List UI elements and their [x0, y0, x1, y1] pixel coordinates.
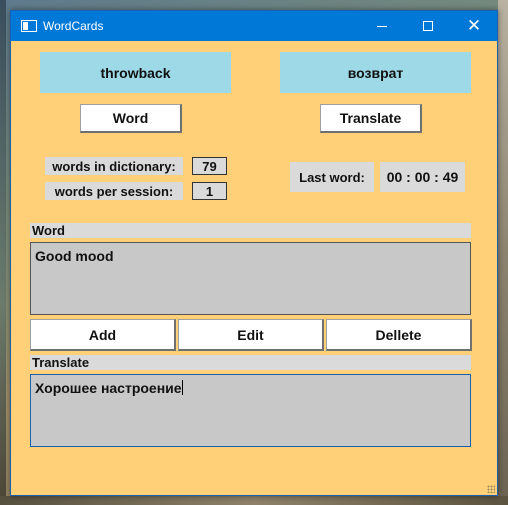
- word-text: Good mood: [35, 248, 114, 264]
- app-icon: [21, 20, 37, 32]
- throwback-button[interactable]: throwback: [40, 52, 231, 93]
- minimize-icon: [377, 25, 387, 27]
- words-in-dictionary-count: 79: [192, 157, 227, 175]
- close-button[interactable]: ✕: [451, 11, 497, 41]
- word-section-label: Word: [30, 223, 471, 238]
- words-per-session-label: words per session:: [45, 182, 183, 200]
- translate-mode-button[interactable]: Translate: [320, 104, 422, 133]
- delete-button[interactable]: Dellete: [326, 319, 472, 351]
- words-per-session-count: 1: [192, 182, 227, 200]
- translate-text: Хорошее настроение: [35, 380, 182, 396]
- word-textarea[interactable]: Good mood: [30, 242, 471, 315]
- edit-button[interactable]: Edit: [178, 319, 324, 351]
- vozvrat-button[interactable]: возврат: [280, 52, 471, 93]
- translate-section-label: Translate: [30, 355, 471, 370]
- last-word-timer: 00 : 00 : 49: [380, 162, 465, 192]
- title-bar[interactable]: WordCards ✕: [11, 11, 497, 41]
- minimize-button[interactable]: [359, 11, 405, 41]
- text-caret: [181, 380, 183, 395]
- maximize-icon: [423, 21, 433, 31]
- last-word-label: Last word:: [290, 162, 374, 192]
- window-title: WordCards: [43, 19, 104, 33]
- add-button[interactable]: Add: [30, 319, 176, 351]
- maximize-button[interactable]: [405, 11, 451, 41]
- resize-grip[interactable]: [487, 485, 495, 493]
- app-window: WordCards ✕ throwback возврат Word Trans…: [10, 10, 498, 496]
- desktop-background-left: [0, 0, 6, 505]
- desktop-background-bottom: [0, 496, 508, 505]
- desktop-background-right: [498, 0, 508, 505]
- close-icon: ✕: [466, 15, 482, 36]
- translate-textarea[interactable]: Хорошее настроение: [30, 374, 471, 447]
- words-in-dictionary-label: words in dictionary:: [45, 157, 183, 175]
- word-mode-button[interactable]: Word: [80, 104, 182, 133]
